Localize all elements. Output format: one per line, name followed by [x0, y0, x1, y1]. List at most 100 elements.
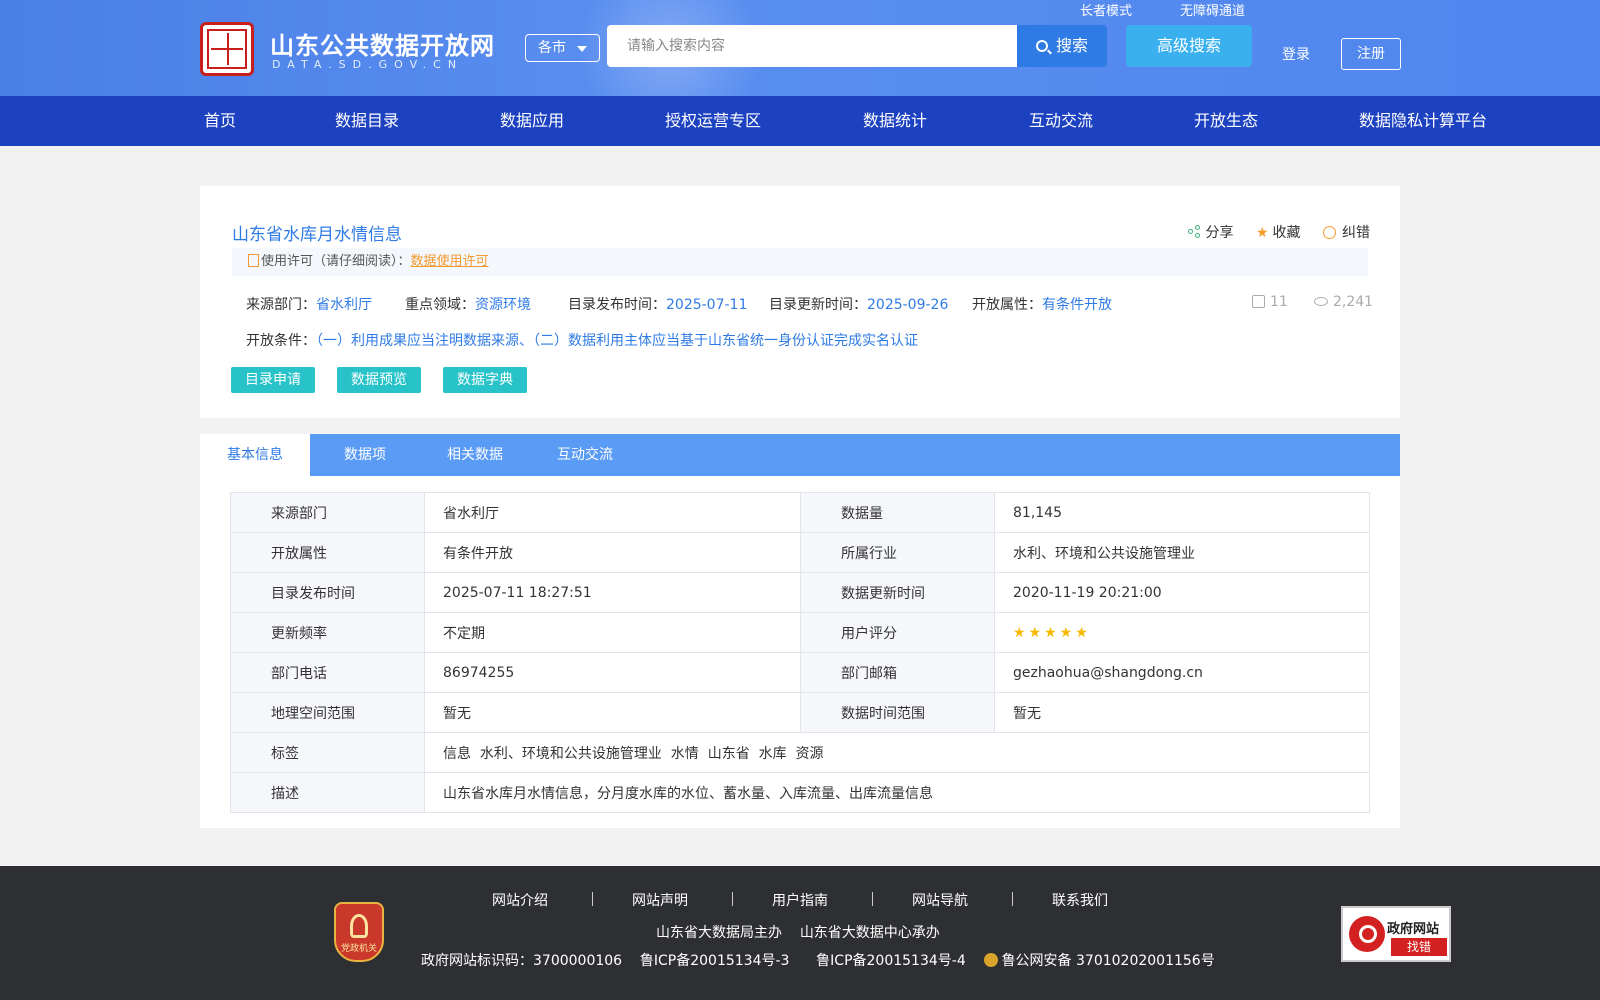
footer-link-sitemap[interactable]: 网站导航	[912, 890, 968, 910]
footer-link-guide[interactable]: 用户指南	[772, 890, 828, 910]
police-record[interactable]: 鲁公网安备 37010202001156号	[1002, 953, 1215, 969]
share-button[interactable]: 分享	[1187, 222, 1234, 242]
field-value: 有条件开放	[424, 532, 801, 573]
gov-badge-sub: 找错	[1391, 938, 1447, 956]
meta-open: 开放属性：有条件开放	[972, 294, 1112, 314]
download-icon	[1252, 295, 1265, 308]
tab-interaction[interactable]: 互动交流	[530, 434, 640, 476]
table-row: 更新频率 不定期 用户评分 ★★★★★	[230, 612, 1370, 653]
meta-source-value[interactable]: 省水利厅	[316, 297, 372, 313]
table-row: 来源部门 省水利厅 数据量 81,145	[230, 492, 1370, 533]
tab-related-data[interactable]: 相关数据	[420, 434, 530, 476]
party-organ-badge-icon[interactable]: 党政机关	[334, 902, 384, 962]
footer-host-text: 山东省大数据局主办	[656, 925, 782, 941]
table-row: 描述 山东省水库月水情信息，分月度水库的水位、蓄水量、入库流量、出库流量信息	[230, 772, 1370, 813]
city-select[interactable]: 各市	[525, 34, 600, 62]
view-count-value: 2,241	[1333, 294, 1374, 310]
eye-icon	[1314, 297, 1328, 306]
dataset-actions: 分享 ★ 收藏 纠错	[1170, 222, 1370, 242]
login-link[interactable]: 登录	[1282, 44, 1310, 64]
field-label: 目录发布时间	[230, 572, 425, 613]
search-icon	[1035, 40, 1048, 52]
star-icon: ★	[1255, 225, 1269, 241]
catalog-apply-button[interactable]: 目录申请	[231, 367, 315, 393]
license-prefix: 使用许可（请仔细阅读）：	[261, 254, 411, 269]
report-error-button[interactable]: 纠错	[1323, 222, 1370, 242]
search-input[interactable]	[607, 25, 1017, 67]
meta-publish-label: 目录发布时间：	[568, 297, 666, 313]
search-button[interactable]: 搜索	[1017, 25, 1107, 67]
open-conditions: 开放条件：（一）利用成果应当注明数据来源、（二）数据利用主体应当基于山东省统一身…	[246, 330, 918, 350]
footer-link-statement[interactable]: 网站声明	[632, 890, 688, 910]
meta-domain-value[interactable]: 资源环境	[475, 297, 531, 313]
nav-privacy-computing[interactable]: 数据隐私计算平台	[1359, 96, 1487, 146]
icp-record-2[interactable]: 鲁ICP备20015134号-4	[816, 953, 966, 969]
rating-stars-icon[interactable]: ★★★★★	[1013, 625, 1091, 641]
search-button-label: 搜索	[1055, 36, 1088, 55]
chevron-down-icon	[577, 46, 587, 52]
data-preview-button[interactable]: 数据预览	[337, 367, 421, 393]
table-row: 开放属性 有条件开放 所属行业 水利、环境和公共设施管理业	[230, 532, 1370, 573]
field-label: 描述	[230, 772, 425, 813]
field-value: 暂无	[424, 692, 801, 733]
site-header: 山东公共数据开放网 DATA.SD.GOV.CN 长者模式 无障碍通道 各市 搜…	[0, 0, 1600, 96]
table-row: 部门电话 86974255 部门邮箱 gezhaohua@shangdong.c…	[230, 652, 1370, 693]
register-button[interactable]: 注册	[1341, 38, 1401, 70]
table-row: 标签 信息 水利、环境和公共设施管理业 水情 山东省 水库 资源	[230, 732, 1370, 773]
dataset-title: 山东省水库月水情信息	[232, 225, 402, 245]
field-value: 81,145	[994, 492, 1370, 533]
nav-home[interactable]: 首页	[204, 96, 236, 146]
field-label: 数据量	[800, 492, 995, 533]
document-icon	[248, 254, 259, 267]
footer-link-contact[interactable]: 联系我们	[1052, 890, 1108, 910]
footer-link-about[interactable]: 网站介绍	[492, 890, 548, 910]
footer-divider	[592, 892, 593, 906]
nav-data-stats[interactable]: 数据统计	[863, 96, 927, 146]
footer-registration: 政府网站标识码：3700000106 鲁ICP备20015134号-3 鲁ICP…	[421, 950, 1215, 970]
field-value: 2025-07-11 18:27:51	[424, 572, 801, 613]
meta-domain: 重点领域：资源环境	[405, 294, 531, 314]
nav-open-ecosystem[interactable]: 开放生态	[1194, 96, 1258, 146]
accessible-link[interactable]: 无障碍通道	[1180, 0, 1245, 19]
field-label: 数据更新时间	[800, 572, 995, 613]
field-value: gezhaohua@shangdong.cn	[994, 652, 1370, 693]
meta-update: 目录更新时间：2025-09-26	[769, 294, 948, 314]
field-value: 2020-11-19 20:21:00	[994, 572, 1370, 613]
dataset-summary-card: 山东省水库月水情信息 分享 ★ 收藏 纠错 使用许可（请仔细阅读）：数据使用许可 …	[200, 186, 1400, 418]
party-badge-label: 党政机关	[340, 944, 377, 954]
share-icon	[1187, 225, 1202, 239]
report-error-label: 纠错	[1342, 225, 1370, 241]
table-row: 目录发布时间 2025-07-11 18:27:51 数据更新时间 2020-1…	[230, 572, 1370, 613]
icp-record-1[interactable]: 鲁ICP备20015134号-3	[640, 953, 790, 969]
nav-data-apps[interactable]: 数据应用	[500, 96, 564, 146]
nav-data-catalog[interactable]: 数据目录	[335, 96, 399, 146]
license-link[interactable]: 数据使用许可	[411, 254, 489, 269]
field-label: 用户评分	[800, 612, 995, 653]
user-rating: ★★★★★	[994, 612, 1370, 653]
description-value: 山东省水库月水情信息，分月度水库的水位、蓄水量、入库流量、出库流量信息	[424, 772, 1370, 813]
field-label: 地理空间范围	[230, 692, 425, 733]
site-logo-icon[interactable]	[200, 22, 254, 76]
field-label: 来源部门	[230, 492, 425, 533]
gov-site-error-badge[interactable]: 政府网站 找错	[1341, 906, 1451, 962]
field-label: 数据时间范围	[800, 692, 995, 733]
elder-mode-link[interactable]: 长者模式	[1080, 0, 1132, 19]
site-footer: 党政机关 网站介绍 网站声明 用户指南 网站导航 联系我们 山东省大数据局主办 …	[0, 866, 1600, 1000]
tab-basic-info[interactable]: 基本信息	[200, 434, 310, 476]
data-dictionary-button[interactable]: 数据字典	[443, 367, 527, 393]
nav-authorized-ops[interactable]: 授权运营专区	[665, 96, 761, 146]
advanced-search-button[interactable]: 高级搜索	[1126, 25, 1252, 67]
footer-undertaker-text: 山东省大数据中心承办	[799, 925, 940, 941]
site-title[interactable]: 山东公共数据开放网	[270, 26, 495, 61]
meta-update-label: 目录更新时间：	[769, 297, 867, 313]
tags-value: 信息 水利、环境和公共设施管理业 水情 山东省 水库 资源	[424, 732, 1370, 773]
favorite-button[interactable]: ★ 收藏	[1256, 222, 1301, 242]
footer-divider	[872, 892, 873, 906]
error-report-icon	[1323, 226, 1336, 239]
field-label: 开放属性	[230, 532, 425, 573]
meta-open-value: 有条件开放	[1042, 297, 1112, 313]
tab-data-items[interactable]: 数据项	[310, 434, 420, 476]
site-domain: DATA.SD.GOV.CN	[272, 58, 464, 71]
nav-interaction[interactable]: 互动交流	[1029, 96, 1093, 146]
meta-publish: 目录发布时间：2025-07-11	[568, 294, 747, 314]
